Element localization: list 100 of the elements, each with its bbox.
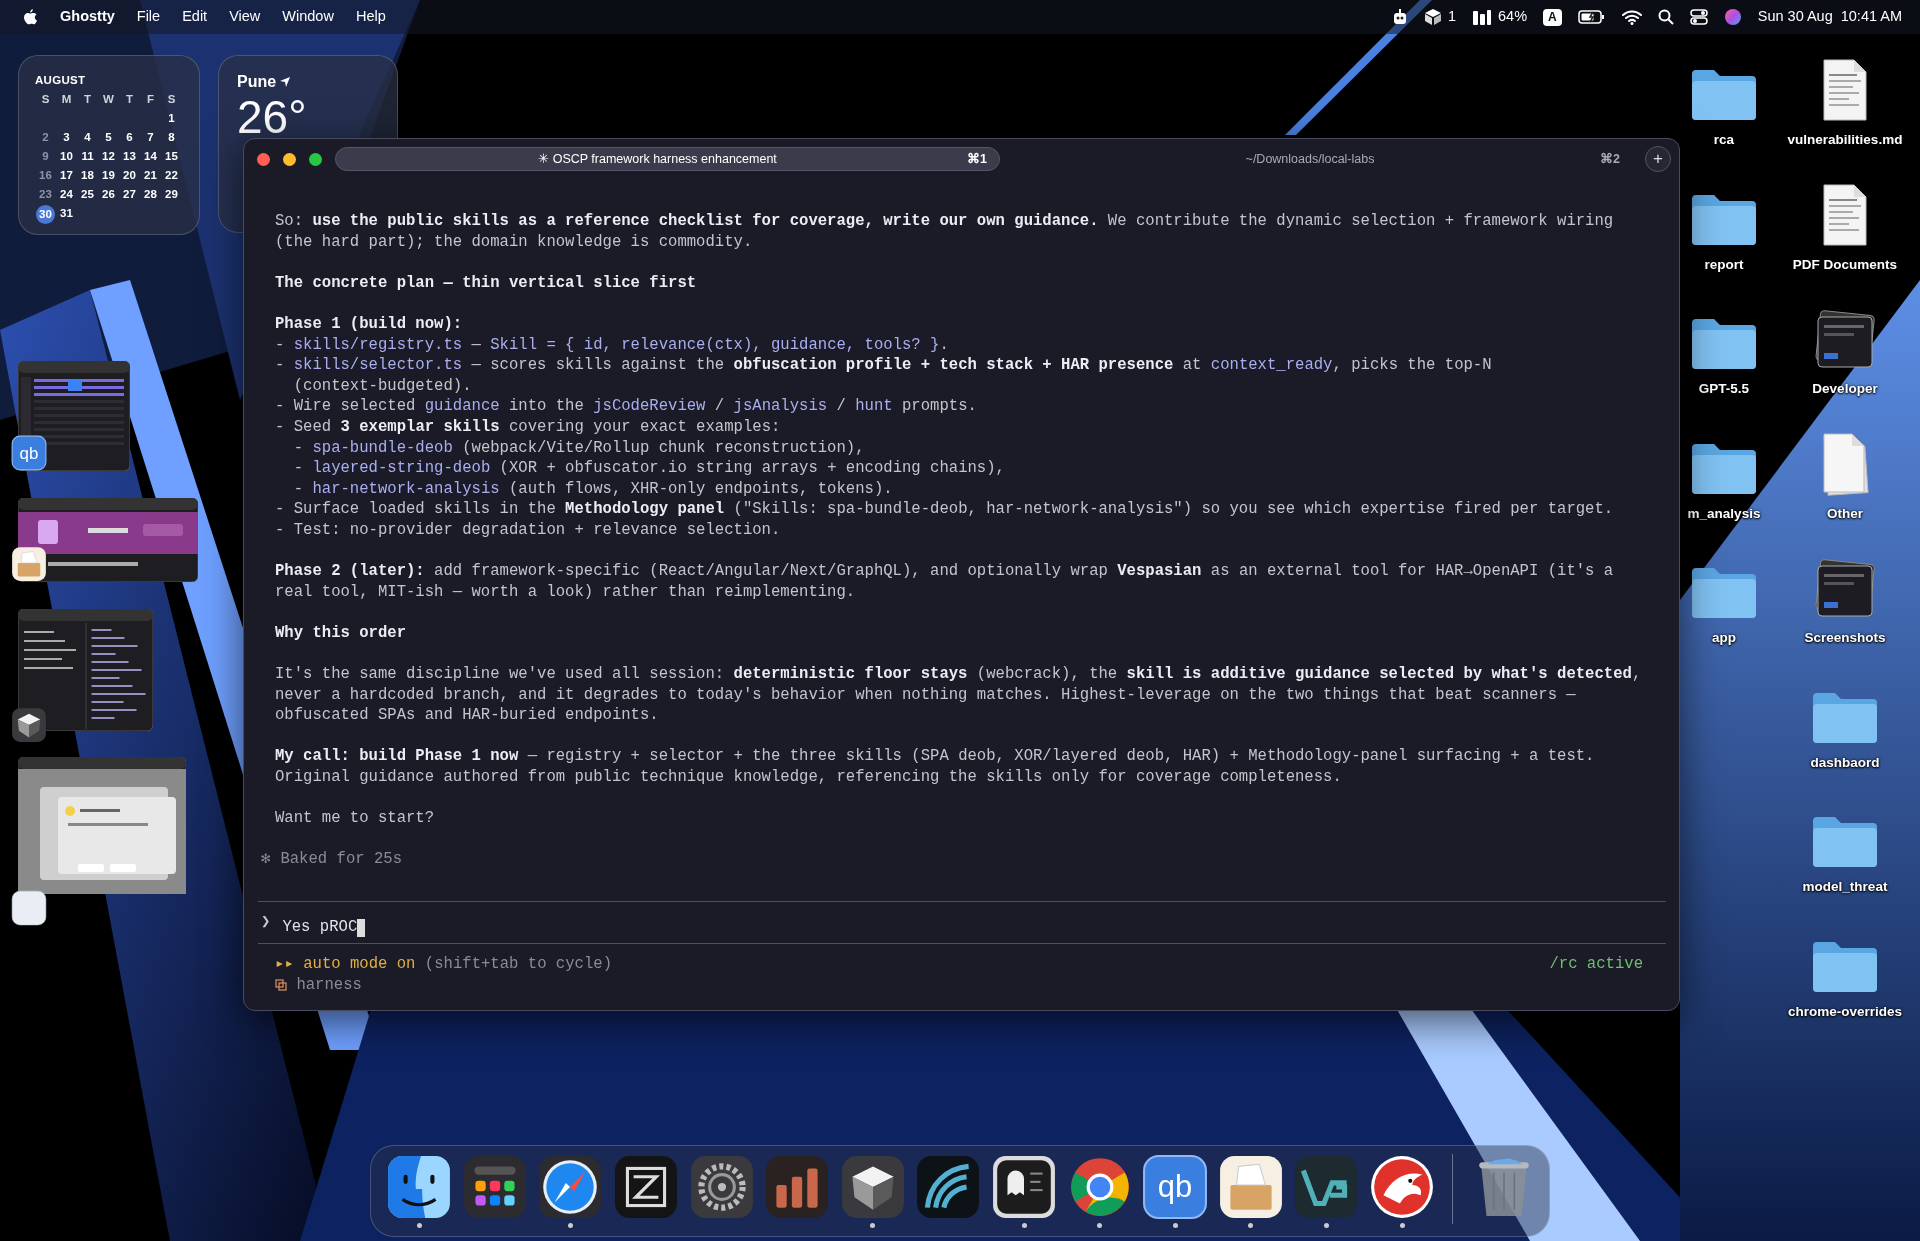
weekday-label: T <box>125 92 134 108</box>
dragon-icon[interactable] <box>1369 1154 1435 1220</box>
terminal-text: real tool, MIT-ish — worth a look) rather than reimplementing. <box>275 582 856 601</box>
document-icon[interactable] <box>1821 58 1869 122</box>
menu-time[interactable]: 10:41 AM <box>1840 6 1902 28</box>
wifi-icon[interactable] <box>1621 9 1642 25</box>
desktop-icon-label[interactable]: Screenshots <box>1804 628 1886 649</box>
window-thumbnail[interactable] <box>18 361 130 471</box>
minimize-button[interactable] <box>283 152 296 166</box>
calendar-day: 30 <box>36 205 55 225</box>
window-thumbnail[interactable] <box>18 609 153 731</box>
desktop-icon-label[interactable]: app <box>1712 628 1736 649</box>
weekday-label: S <box>166 92 177 108</box>
window-stack-icon[interactable] <box>1812 309 1878 371</box>
robot-icon[interactable] <box>1391 8 1408 26</box>
menu-item[interactable]: Help <box>355 6 386 28</box>
calendar-day: 21 <box>140 167 161 185</box>
desktop-icon-label[interactable]: report <box>1704 254 1744 275</box>
calendar-day: 31 <box>56 205 77 225</box>
cube-icon[interactable] <box>11 707 47 743</box>
qb-app-icon[interactable]: qb <box>11 435 47 471</box>
temperature: 26° <box>237 94 308 140</box>
toggles-icon[interactable] <box>1689 9 1708 25</box>
terminal-tab[interactable]: ~/Downloads/local-labs ⌘2 <box>1008 147 1632 171</box>
search-icon[interactable] <box>1657 9 1674 25</box>
terminal-text: - Test: no-provider degradation + relevance selection. <box>275 520 781 539</box>
calendar-day: 12 <box>98 148 119 166</box>
terminal-text: obfuscated SPAs and HAR-buried endpoints. <box>275 706 659 725</box>
orb-icon[interactable] <box>1723 8 1742 26</box>
terminal-text: Phase 1 (build now): <box>275 314 463 333</box>
terminal-text: - Seed 3 exemplar skills covering your exact examples: <box>275 417 781 436</box>
prompt-symbol: ❯ <box>261 912 271 933</box>
desktop-icon-label[interactable]: rca <box>1713 130 1735 151</box>
weekday-label: S <box>40 92 51 108</box>
terminal-text: The concrete plan — thin vertical slice first <box>275 273 697 292</box>
calendar-day: 14 <box>140 148 161 166</box>
menu-date[interactable]: Sun 30 Aug <box>1757 6 1833 28</box>
bar-chart-icon[interactable] <box>764 1154 831 1220</box>
app-grid-icon[interactable] <box>461 1154 528 1220</box>
desktop-icon-label[interactable]: PDF Documents <box>1792 254 1898 275</box>
close-button[interactable] <box>257 152 270 166</box>
calendar-day: 25 <box>77 186 98 204</box>
calendar-day: 28 <box>140 186 161 204</box>
calendar-day: 1 <box>161 110 182 128</box>
ghost-terminal-icon[interactable] <box>991 1154 1058 1220</box>
calendar-day: 26 <box>98 186 119 204</box>
calendar-day: 17 <box>56 167 77 185</box>
window-thumbnail[interactable] <box>18 498 198 582</box>
terminal-text: - Surface loaded skills in the Methodology panel ("Skills: spa-bundle-deob, har-network-analysis") so you see which expertise fired per target. <box>275 500 1614 519</box>
calendar-day: 15 <box>161 148 182 166</box>
status-text: Baked for 25s <box>280 849 403 870</box>
desktop-icon-label[interactable]: Other <box>1827 503 1863 524</box>
terminal-text: Want me to start? <box>275 809 435 828</box>
compass-icon[interactable] <box>537 1154 604 1220</box>
terminal-text: (context-budgeted). <box>292 376 472 395</box>
location-arrow-icon <box>280 77 291 87</box>
weekday-label: F <box>146 92 155 108</box>
desktop-icon-label[interactable]: chrome-overrides <box>1787 1001 1902 1022</box>
mode-hint: (shift+tab to cycle) <box>424 954 612 975</box>
menu-item[interactable]: Window <box>282 6 334 28</box>
desktop-icon-label[interactable]: GPT-5.5 <box>1698 379 1750 400</box>
menu-item[interactable]: Edit <box>182 6 208 28</box>
terminal-text: - skills/selector.ts — scores skills against the obfuscation profile + tech stack + HAR presence at context_ready, picks the top-N <box>275 356 1492 375</box>
qb-app-icon[interactable]: qb <box>1142 1154 1209 1220</box>
blank-app-icon[interactable] <box>11 890 47 926</box>
desktop-icon-label[interactable]: vulnerabilities.md <box>1787 130 1903 151</box>
terminal-text: - Wire selected guidance into the jsCodeReview / jsAnalysis / hunt prompts. <box>275 397 977 416</box>
box-icon[interactable] <box>1217 1154 1284 1220</box>
calendar-day: 18 <box>77 167 98 185</box>
battery-icon[interactable] <box>1577 9 1606 25</box>
calendar-day: 2 <box>35 129 56 147</box>
box-icon[interactable] <box>11 546 47 582</box>
text-cursor <box>357 918 366 937</box>
app-menu[interactable]: Ghostty <box>60 6 115 28</box>
file-icon[interactable] <box>1820 431 1870 496</box>
terminal-text: Original guidance authored from public technique knowledge, referencing the skills only for coverage completeness. <box>275 768 1342 787</box>
terminal-text: (the hard part); the domain knowledge is commodity. <box>275 232 753 251</box>
z-square-icon[interactable] <box>613 1154 680 1220</box>
terminal-tab[interactable]: ✳ OSCP framework harness enhancement ⌘1 <box>335 147 1000 171</box>
menu-item[interactable]: File <box>136 6 161 28</box>
face-icon[interactable] <box>386 1154 453 1220</box>
terminal-text: - skills/registry.ts — Skill = { id, relevance(ctx), guidance, tools? }. <box>275 335 949 354</box>
window-thumbnail[interactable] <box>18 757 186 894</box>
gear-icon[interactable] <box>688 1154 755 1220</box>
wave-icon[interactable] <box>915 1154 982 1220</box>
branch-label: harness <box>296 974 362 996</box>
prompt-input[interactable]: Yes pROC <box>282 912 366 943</box>
desktop-icon-label[interactable]: model_threat <box>1802 877 1888 898</box>
apple-logo-icon[interactable] <box>22 7 38 27</box>
window-stack-icon[interactable] <box>1812 558 1878 620</box>
zoom-button[interactable] <box>309 152 322 166</box>
cube-icon[interactable] <box>839 1154 906 1220</box>
cube-icon[interactable] <box>1423 8 1442 26</box>
terminal-text: - har-network-analysis (auth flows, XHR-only endpoints, tokens). <box>292 479 893 498</box>
desktop-icon-label[interactable]: dashbaord <box>1810 752 1880 773</box>
memory-bars-icon[interactable] <box>1472 8 1493 26</box>
vs-monogram-icon[interactable] <box>1293 1154 1360 1220</box>
document-icon[interactable] <box>1821 182 1869 247</box>
new-tab-button[interactable]: + <box>1645 146 1671 172</box>
menu-item[interactable]: View <box>229 6 261 28</box>
